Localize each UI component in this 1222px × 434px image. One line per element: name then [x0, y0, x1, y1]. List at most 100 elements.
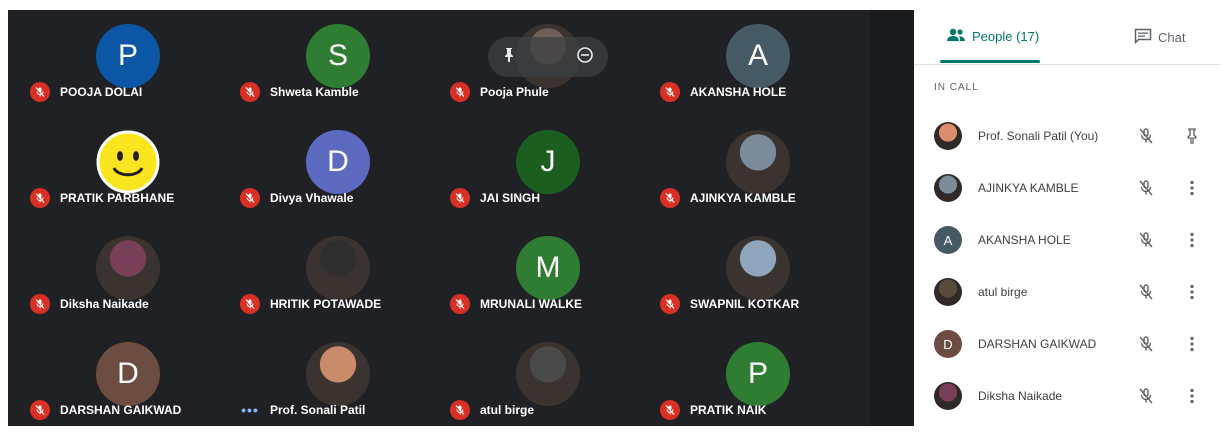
- participant-footer: Divya Vhawale: [240, 188, 353, 208]
- section-in-call-label: IN CALL: [934, 82, 979, 93]
- participant-name: JAI SINGH: [480, 191, 541, 205]
- avatar: [934, 122, 962, 150]
- avatar: [934, 174, 962, 202]
- person-name: AKANSHA HOLE: [978, 233, 1071, 247]
- people-list-item[interactable]: AJINKYA KAMBLE: [914, 162, 1220, 214]
- participant-tile[interactable]: M MRUNALI WALKE: [428, 222, 638, 328]
- mic-off-icon: [30, 400, 50, 420]
- people-list-item[interactable]: Diksha Naikade: [914, 370, 1220, 422]
- participant-name: Diksha Naikade: [60, 297, 149, 311]
- more-vert-icon[interactable]: [1180, 280, 1204, 304]
- mic-off-icon: [1134, 332, 1158, 356]
- mic-off-icon: [240, 294, 260, 314]
- mic-off-icon: [30, 82, 50, 102]
- tab-people-label: People (17): [972, 29, 1040, 44]
- participant-footer: Pooja Phule: [450, 82, 549, 102]
- participant-footer: ••• Prof. Sonali Patil: [240, 400, 365, 420]
- remove-icon[interactable]: [576, 46, 594, 69]
- participant-tile[interactable]: ••• Prof. Sonali Patil: [218, 328, 428, 434]
- participant-name: AKANSHA HOLE: [690, 85, 787, 99]
- participant-tile[interactable]: A AKANSHA HOLE: [638, 10, 848, 116]
- participant-avatar: [726, 236, 790, 300]
- mic-off-icon: [1134, 384, 1158, 408]
- participant-name: HRITIK POTAWADE: [270, 297, 382, 311]
- person-name: Diksha Naikade: [978, 389, 1063, 403]
- participant-avatar: [96, 130, 160, 194]
- participant-name: Shweta Kamble: [270, 85, 359, 99]
- more-vert-icon[interactable]: [1180, 176, 1204, 200]
- participant-footer: MRUNALI WALKE: [450, 294, 582, 314]
- participant-footer: atul birge: [450, 400, 534, 420]
- panel-tabs: People (17) Chat: [914, 10, 1220, 65]
- participant-footer: HRITIK POTAWADE: [240, 294, 381, 314]
- participant-footer: POOJA DOLAI: [30, 82, 142, 102]
- pin-icon[interactable]: [1180, 124, 1204, 148]
- people-list-item[interactable]: Prof. Sonali Patil (You): [914, 110, 1220, 162]
- participant-avatar: D: [306, 130, 370, 194]
- participant-footer: DARSHAN GAIKWAD: [30, 400, 181, 420]
- more-vert-icon[interactable]: [1180, 228, 1204, 252]
- participant-name: AJINKYA KAMBLE: [690, 191, 796, 205]
- tab-chat[interactable]: Chat: [1134, 28, 1185, 47]
- participant-avatar: M: [516, 236, 580, 300]
- participant-tile[interactable]: J JAI SINGH: [428, 116, 638, 222]
- participant-tile[interactable]: SWAPNIL KOTKAR: [638, 222, 848, 328]
- chat-icon: [1134, 28, 1152, 47]
- participant-footer: PRATIK PARBHANE: [30, 188, 174, 208]
- participant-avatar: S: [306, 24, 370, 88]
- participant-avatar: [726, 130, 790, 194]
- participant-avatar: [306, 236, 370, 300]
- people-list-item[interactable]: D DARSHAN GAIKWAD: [914, 318, 1220, 370]
- participant-tile[interactable]: PRATIK PARBHANE: [8, 116, 218, 222]
- grid-edge-strip: [870, 10, 914, 426]
- avatar: [934, 382, 962, 410]
- participant-tile[interactable]: atul birge: [428, 328, 638, 434]
- participant-footer: PRATIK NAIK: [660, 400, 766, 420]
- tab-people[interactable]: People (17): [946, 28, 1039, 45]
- pin-icon[interactable]: [502, 47, 516, 68]
- participant-tile[interactable]: D Divya Vhawale: [218, 116, 428, 222]
- mic-off-icon: [660, 294, 680, 314]
- participant-footer: AJINKYA KAMBLE: [660, 188, 796, 208]
- participant-footer: SWAPNIL KOTKAR: [660, 294, 799, 314]
- participant-tile[interactable]: AJINKYA KAMBLE: [638, 116, 848, 222]
- participant-avatar: [96, 236, 160, 300]
- avatar: D: [934, 330, 962, 358]
- active-tab-indicator: [940, 60, 1040, 63]
- people-list-item[interactable]: A AKANSHA HOLE: [914, 214, 1220, 266]
- participant-avatar: [516, 342, 580, 406]
- more-vert-icon[interactable]: [1180, 384, 1204, 408]
- participant-tile[interactable]: P PRATIK NAIK: [638, 328, 848, 434]
- meeting-window: P POOJA DOLAI S Shweta Kamble Pooja Phule A AK…: [8, 10, 1220, 426]
- side-panel: People (17) Chat IN CALL Prof. Sonali Pa…: [914, 10, 1220, 426]
- participant-avatar: J: [516, 130, 580, 194]
- participant-tile[interactable]: P POOJA DOLAI: [8, 10, 218, 116]
- mic-off-icon: [1134, 228, 1158, 252]
- person-name: AJINKYA KAMBLE: [978, 181, 1079, 195]
- participant-tile[interactable]: HRITIK POTAWADE: [218, 222, 428, 328]
- people-list-item[interactable]: atul birge: [914, 266, 1220, 318]
- mic-off-icon: [660, 188, 680, 208]
- participant-footer: AKANSHA HOLE: [660, 82, 786, 102]
- participant-name: MRUNALI WALKE: [480, 297, 582, 311]
- mic-off-icon: [30, 188, 50, 208]
- participant-name: atul birge: [480, 403, 535, 417]
- mic-off-icon: [450, 82, 470, 102]
- mic-off-icon: [1134, 280, 1158, 304]
- participant-footer: Shweta Kamble: [240, 82, 359, 102]
- participant-tile[interactable]: Diksha Naikade: [8, 222, 218, 328]
- more-vert-icon[interactable]: [1180, 332, 1204, 356]
- participant-name: Prof. Sonali Patil: [270, 403, 366, 417]
- mic-off-icon: [240, 188, 260, 208]
- mic-off-icon: [450, 294, 470, 314]
- more-dots-icon: •••: [241, 402, 259, 418]
- video-grid: P POOJA DOLAI S Shweta Kamble Pooja Phule A AK…: [8, 10, 870, 426]
- participant-avatar: P: [726, 342, 790, 406]
- people-icon: [946, 28, 966, 45]
- participant-tile[interactable]: D DARSHAN GAIKWAD: [8, 328, 218, 434]
- participant-footer: Diksha Naikade: [30, 294, 149, 314]
- mic-off-icon: [450, 188, 470, 208]
- participant-tile[interactable]: S Shweta Kamble: [218, 10, 428, 116]
- person-name: DARSHAN GAIKWAD: [978, 337, 1097, 351]
- tab-chat-label: Chat: [1158, 30, 1186, 45]
